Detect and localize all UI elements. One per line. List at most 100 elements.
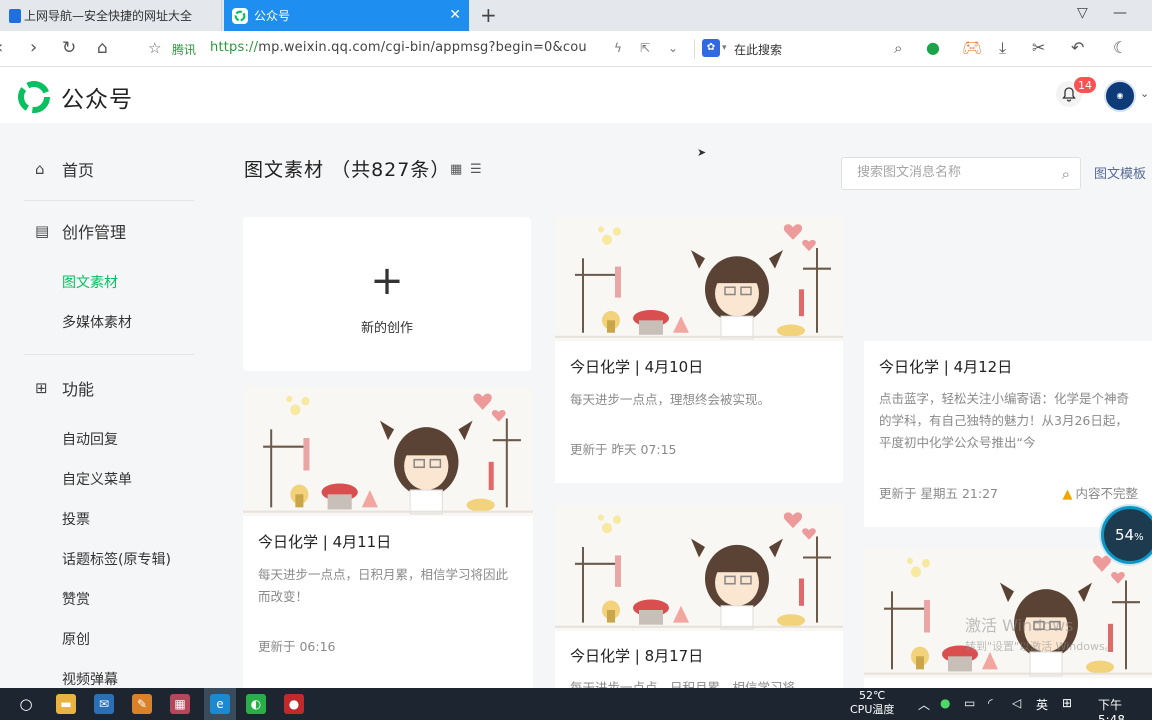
tab-navigation[interactable]: 上网导航—安全快捷的网址大全 — [0, 0, 222, 31]
sidebar-item-auto-reply[interactable]: 自动回复 — [62, 429, 118, 449]
sidebar-item-home[interactable]: ⌂ 首页 — [35, 157, 94, 181]
tray-expand-icon[interactable]: ︿ — [918, 696, 930, 713]
sidebar-item-creation[interactable]: ▤ 创作管理 — [35, 219, 126, 243]
article-desc: 点击蓝字，轻松关注小编寄语：化学是个神奇的学科，有自己独特的魅力！从3月26日起… — [879, 391, 1130, 450]
article-desc: 每天进步一点点，日积月累，相信学习将 — [570, 680, 796, 688]
back-icon[interactable]: ‹ — [0, 37, 3, 59]
wechat-mp-logo-icon[interactable] — [16, 79, 52, 115]
sidebar-item-vote[interactable]: 投票 — [62, 509, 90, 529]
page-title: 图文素材 （共827条） — [244, 155, 450, 182]
browser-icon[interactable]: e — [210, 694, 230, 714]
tab-title: 公众号 — [254, 9, 291, 23]
ime-indicator[interactable]: 英 — [1036, 696, 1048, 713]
sidebar-item-topic-tags[interactable]: 话题标签(原专辑) — [62, 549, 171, 569]
avatar[interactable]: ◉ — [1104, 80, 1136, 112]
sidebar: ⌂ 首页 ▤ 创作管理 图文素材 多媒体素材 ⊞ 功能 自动回复 自定义菜单 投… — [0, 123, 215, 688]
file-explorer-icon[interactable]: ▬ — [56, 694, 76, 714]
mp-title[interactable]: 公众号 — [61, 80, 133, 114]
article-title: 今日化学 | 4月11日 — [258, 533, 392, 551]
grid-view-icon[interactable]: ▦ — [450, 162, 462, 177]
article-desc: 每天进步一点点，日积月累，相信学习将因此而改变！ — [258, 567, 509, 604]
clock[interactable]: 下午 5:48 — [1098, 696, 1152, 720]
tab-wechat-mp[interactable]: 公众号 ✕ — [224, 0, 469, 31]
template-link[interactable]: 图文模板 — [1094, 163, 1146, 182]
notification-badge: 14 — [1073, 76, 1097, 94]
keyboard-icon[interactable]: ⊞ — [1062, 696, 1072, 710]
scissors-icon[interactable]: ✂ — [1032, 39, 1045, 57]
wechat-tray-icon[interactable]: ● — [940, 696, 950, 710]
article-card[interactable]: 今日化学 | 4月11日 每天进步一点点，日积月累，相信学习将因此而改变！ 更新… — [243, 386, 533, 688]
cpu-temp[interactable]: 52℃ CPU温度 — [850, 689, 894, 717]
share-icon[interactable]: ⇱ — [640, 41, 650, 55]
grid-icon: ⊞ — [35, 379, 48, 397]
page-title-text: 图文素材 — [244, 159, 325, 181]
sidebar-item-danmaku[interactable]: 视频弹幕 — [62, 669, 118, 689]
engine-caret-icon[interactable]: ▾ — [722, 43, 727, 53]
mail-icon[interactable]: ✉ — [94, 694, 114, 714]
article-desc: 每天进步一点点，理想终会被实现。 — [570, 392, 771, 407]
sidebar-item-reward[interactable]: 赞赏 — [62, 589, 90, 609]
home-icon[interactable]: ⌂ — [97, 37, 108, 59]
browser-search-field[interactable]: 在此搜索 — [734, 41, 782, 58]
minimize-icon[interactable]: — — [1113, 5, 1127, 21]
document-icon: ▤ — [35, 222, 50, 240]
chevron-down-icon[interactable]: ⌄ — [668, 41, 678, 55]
paint-icon[interactable]: ✎ — [132, 694, 152, 714]
article-card[interactable]: 今日化学 | 4月12日 点击蓝字，轻松关注小编寄语：化学是个神奇的学科，有自己… — [864, 341, 1152, 527]
article-search: ⌕ — [841, 157, 1081, 190]
baidu-paw-icon[interactable]: ✿ — [702, 39, 720, 57]
refresh-icon[interactable]: ↻ — [62, 37, 76, 59]
new-tab-button[interactable]: + — [480, 4, 497, 26]
search-icon[interactable]: ⌕ — [894, 39, 902, 57]
divider — [24, 200, 194, 201]
article-card[interactable]: 今日化学 | 8月17日 每天进步一点点，日积月累，相信学习将 — [555, 505, 843, 688]
wechat-icon[interactable]: ◐ — [246, 694, 266, 714]
game-controller-icon[interactable]: 🎮︎ — [962, 39, 982, 57]
forward-icon[interactable]: › — [30, 37, 37, 59]
battery-icon[interactable]: ▭ — [964, 696, 975, 710]
sidebar-item-functions[interactable]: ⊞ 功能 — [35, 376, 94, 400]
divider — [24, 354, 194, 355]
undo-icon[interactable]: ↶ — [1071, 39, 1084, 57]
volume-icon[interactable]: ◁ — [1012, 696, 1021, 710]
moon-icon[interactable]: ☾ — [1113, 39, 1127, 57]
warning-icon: ▲ — [1062, 487, 1073, 502]
wechat-extension-icon[interactable]: ● — [926, 39, 940, 57]
article-card[interactable]: 今日化学 | 4月10日 每天进步一点点，理想终会被实现。 更新于 昨天 07:… — [555, 217, 843, 483]
bookmark-star-icon[interactable]: ☆ — [148, 39, 161, 57]
incomplete-warning: ▲ 内容不完整 — [1062, 483, 1138, 502]
activation-watermark-sub: 转到"设置"以激活 Windows。 — [965, 640, 1116, 653]
sidebar-item-original[interactable]: 原创 — [62, 629, 90, 649]
recorder-icon[interactable]: ● — [284, 694, 304, 714]
warning-text: 内容不完整 — [1075, 486, 1138, 501]
search-input[interactable] — [857, 165, 1047, 180]
mp-header: 公众号 14 ◉ ⌄ — [0, 67, 1152, 123]
article-title: 今日化学 | 8月17日 — [570, 647, 704, 665]
sidebar-item-media[interactable]: 多媒体素材 — [62, 312, 132, 332]
site-favicon-icon — [9, 8, 21, 23]
article-time: 更新于 昨天 07:15 — [570, 442, 677, 457]
sidebar-item-label: 功能 — [62, 380, 95, 399]
wifi-icon[interactable]: ◜ — [988, 696, 993, 710]
article-time: 更新于 星期五 21:27 — [879, 486, 998, 501]
new-creation-card[interactable]: + 新的创作 — [243, 217, 531, 371]
url-field[interactable]: https://mp.weixin.qq.com/cgi-bin/appmsg?… — [210, 40, 587, 55]
cortana-circle-icon[interactable]: ○ — [16, 694, 36, 714]
sidebar-item-articles[interactable]: 图文素材 — [62, 272, 118, 292]
lightning-icon[interactable]: ϟ — [614, 41, 622, 55]
app-grid-icon[interactable]: ▦ — [170, 694, 190, 714]
speed-ball-widget[interactable]: 54% — [1101, 506, 1152, 564]
article-cover-image — [555, 505, 843, 631]
search-icon[interactable]: ⌕ — [1062, 165, 1070, 183]
article-time: 更新于 06:16 — [258, 639, 336, 654]
article-cover-image — [555, 217, 843, 341]
chevron-down-icon[interactable]: ⌄ — [1140, 87, 1149, 100]
close-tab-icon[interactable]: ✕ — [449, 7, 461, 23]
speed-value: 54 — [1115, 526, 1135, 544]
sidebar-item-custom-menu[interactable]: 自定义菜单 — [62, 469, 132, 489]
list-view-icon[interactable]: ☰ — [470, 162, 482, 177]
download-icon[interactable]: ⤓ — [999, 39, 1006, 57]
shirt-skin-icon[interactable]: ▽ — [1077, 5, 1088, 21]
plus-icon: + — [370, 258, 404, 304]
tab-title: 上网导航—安全快捷的网址大全 — [24, 9, 193, 23]
